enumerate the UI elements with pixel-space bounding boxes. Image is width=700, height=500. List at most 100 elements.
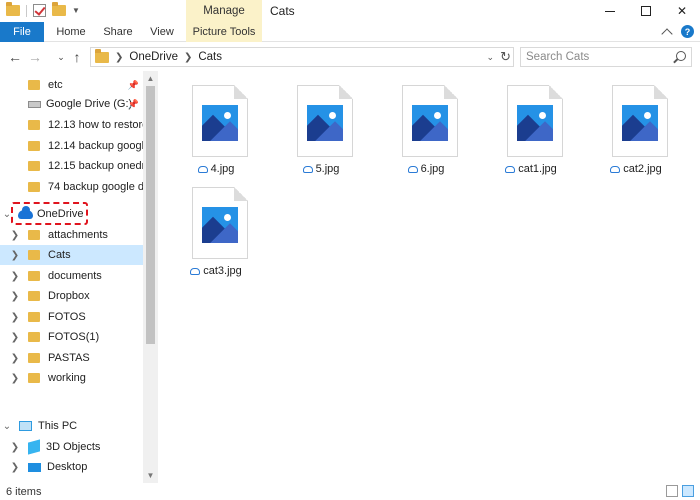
sidebar-item-label: PASTAS <box>48 352 90 364</box>
sidebar-item-label: working <box>48 372 86 384</box>
sidebar-item-this-pc[interactable]: ⌄ This PC <box>0 416 143 436</box>
sidebar-item-working[interactable]: ❯ working <box>0 368 143 388</box>
chevron-right-icon[interactable]: ❯ <box>8 250 22 261</box>
file-name: cat1.jpg <box>518 163 557 175</box>
file-list: 4.jpg 5.jpg 6.jpg cat1.jpg cat2.jpg cat3… <box>158 71 700 483</box>
up-arrow-icon[interactable]: ↑ <box>68 47 86 67</box>
maximize-button[interactable] <box>628 0 664 22</box>
folder-icon <box>95 48 109 63</box>
desktop-icon <box>28 462 41 472</box>
tab-picture-tools[interactable]: Picture Tools <box>186 22 262 42</box>
sidebar-item-pastas[interactable]: ❯ PASTAS <box>0 348 143 368</box>
folder-icon <box>28 332 40 342</box>
sidebar-item-label: FOTOS <box>48 311 86 323</box>
sidebar-item-desktop[interactable]: ❯ Desktop <box>0 457 143 477</box>
sidebar-item-12-13[interactable]: 12.13 how to restore b <box>0 115 143 135</box>
image-file-icon <box>192 187 248 259</box>
pin-icon[interactable]: 📌 <box>128 99 139 110</box>
chevron-down-icon[interactable]: ⌄ <box>0 421 14 432</box>
properties-check-icon[interactable] <box>33 4 46 17</box>
forward-arrow-icon[interactable]: → <box>26 47 44 67</box>
collapse-ribbon-icon[interactable] <box>661 27 673 40</box>
scroll-down-icon[interactable]: ▼ <box>143 468 158 483</box>
sidebar-item-documents[interactable]: ❯ documents <box>0 266 143 286</box>
sidebar-item-fotos-1[interactable]: ❯ FOTOS(1) <box>0 327 143 347</box>
sidebar-item-attachments[interactable]: ❯ attachments <box>0 225 143 245</box>
folder-icon <box>28 373 40 383</box>
window-controls: ✕ <box>592 0 700 22</box>
folder-icon <box>28 161 40 171</box>
sidebar-item-12-14[interactable]: 12.14 backup google c <box>0 136 143 156</box>
sidebar-item-label: documents <box>48 270 102 282</box>
title-bar: ▼ Manage Cats ✕ <box>0 0 700 22</box>
chevron-down-icon[interactable]: ⌄ <box>487 52 495 63</box>
chevron-right-icon[interactable]: ❯ <box>8 353 22 364</box>
sidebar-item-label: 74 backup google driv <box>48 181 143 193</box>
minimize-icon <box>605 10 615 12</box>
file-item[interactable]: 5.jpg <box>275 71 367 175</box>
chevron-right-icon[interactable]: ❯ <box>8 442 22 453</box>
chevron-right-icon: ❯ <box>115 51 124 63</box>
sidebar-item-3d-objects[interactable]: ❯ 3D Objects <box>0 437 143 457</box>
search-input[interactable]: Search Cats <box>520 47 692 67</box>
folder-icon <box>28 271 40 281</box>
sidebar-item-label: 12.14 backup google c <box>48 140 143 152</box>
address-bar[interactable]: ❯ OneDrive ❯ Cats ⌄ ↻ <box>90 47 514 67</box>
pin-icon[interactable]: 📌 <box>128 80 139 91</box>
sidebar-item-fotos[interactable]: ❯ FOTOS <box>0 307 143 327</box>
chevron-right-icon[interactable]: ❯ <box>8 312 22 323</box>
folder-icon <box>28 141 40 151</box>
drive-icon <box>28 100 41 108</box>
sidebar-item-74[interactable]: 74 backup google driv <box>0 177 143 197</box>
chevron-right-icon[interactable]: ❯ <box>8 373 22 384</box>
search-placeholder: Search Cats <box>526 51 590 63</box>
sidebar-item-etc[interactable]: etc 📌 <box>0 75 143 95</box>
details-view-icon[interactable] <box>666 485 678 497</box>
refresh-icon[interactable]: ↻ <box>500 49 511 65</box>
image-file-icon <box>612 85 668 157</box>
breadcrumb-onedrive[interactable]: OneDrive <box>129 51 178 63</box>
image-file-icon <box>402 85 458 157</box>
new-folder-icon[interactable] <box>52 2 66 16</box>
sidebar-item-label: This PC <box>38 420 78 432</box>
sidebar-item-google-drive[interactable]: Google Drive (G:) 📌 <box>0 94 143 114</box>
file-item[interactable]: cat3.jpg <box>170 173 262 277</box>
tab-share[interactable]: Share <box>100 22 136 42</box>
file-item[interactable]: cat1.jpg <box>485 71 577 175</box>
folder-icon <box>28 353 40 363</box>
onedrive-highlight-box <box>11 202 88 225</box>
customize-toolbar-dropdown-icon[interactable]: ▼ <box>72 6 80 15</box>
tab-file[interactable]: File <box>0 22 44 42</box>
scrollbar-thumb[interactable] <box>146 86 155 344</box>
toolbar-divider <box>26 4 27 17</box>
file-item[interactable]: cat2.jpg <box>590 71 682 175</box>
sidebar-item-label: 12.13 how to restore b <box>48 119 143 131</box>
address-controls: ⌄ ↻ <box>487 49 511 65</box>
sidebar-item-cats[interactable]: ❯ Cats <box>0 245 143 265</box>
sidebar-item-label: etc <box>48 79 63 91</box>
chevron-right-icon[interactable]: ❯ <box>8 291 22 302</box>
chevron-right-icon[interactable]: ❯ <box>8 332 22 343</box>
navigation-bar: ← → ⌄ ↑ ❯ OneDrive ❯ Cats ⌄ ↻ Search Cat… <box>0 43 700 71</box>
large-icons-view-icon[interactable] <box>682 485 694 497</box>
sidebar-item-12-15[interactable]: 12.15 backup onedrive <box>0 156 143 176</box>
breadcrumb-cats[interactable]: Cats <box>198 51 222 63</box>
minimize-button[interactable] <box>592 0 628 22</box>
scroll-up-icon[interactable]: ▲ <box>143 71 158 86</box>
help-icon[interactable]: ? <box>681 25 694 38</box>
chevron-right-icon[interactable]: ❯ <box>8 462 22 473</box>
sidebar-item-dropbox[interactable]: ❯ Dropbox <box>0 286 143 306</box>
cloud-status-icon <box>190 267 201 275</box>
back-arrow-icon[interactable]: ← <box>6 47 24 67</box>
manage-context-tab[interactable]: Manage <box>186 0 262 22</box>
file-item[interactable]: 6.jpg <box>380 71 472 175</box>
tab-home[interactable]: Home <box>52 22 90 42</box>
computer-icon <box>19 421 32 431</box>
chevron-right-icon[interactable]: ❯ <box>8 230 22 241</box>
close-button[interactable]: ✕ <box>664 0 700 22</box>
tab-view[interactable]: View <box>146 22 178 42</box>
folder-icon <box>6 2 20 16</box>
folder-icon <box>28 182 40 192</box>
chevron-right-icon[interactable]: ❯ <box>8 271 22 282</box>
file-item[interactable]: 4.jpg <box>170 71 262 175</box>
